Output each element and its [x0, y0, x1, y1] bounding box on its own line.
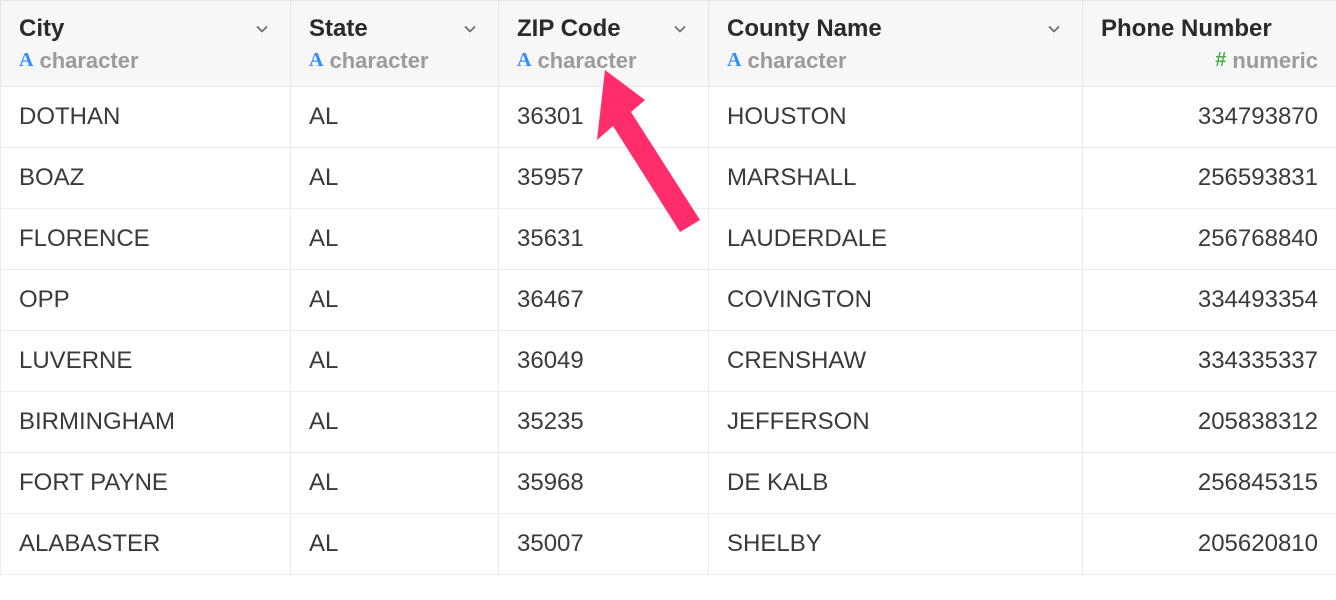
cell-zip[interactable]: 35957: [499, 147, 709, 208]
cell-city[interactable]: OPP: [1, 269, 291, 330]
table-row[interactable]: FLORENCE AL 35631 LAUDERDALE 256768840: [1, 208, 1336, 269]
cell-state[interactable]: AL: [291, 513, 499, 574]
cell-zip[interactable]: 35968: [499, 452, 709, 513]
cell-city[interactable]: FLORENCE: [1, 208, 291, 269]
cell-phone[interactable]: 256845315: [1083, 452, 1336, 513]
cell-phone[interactable]: 205620810: [1083, 513, 1336, 574]
cell-zip[interactable]: 35235: [499, 391, 709, 452]
cell-phone[interactable]: 205838312: [1083, 391, 1336, 452]
cell-state[interactable]: AL: [291, 269, 499, 330]
cell-zip[interactable]: 36301: [499, 86, 709, 147]
column-type-label: character: [329, 48, 428, 74]
table-header-row: City A character State A character: [1, 1, 1336, 87]
cell-state[interactable]: AL: [291, 452, 499, 513]
table-row[interactable]: DOTHAN AL 36301 HOUSTON 334793870: [1, 86, 1336, 147]
cell-city[interactable]: ALABASTER: [1, 513, 291, 574]
cell-county[interactable]: CRENSHAW: [709, 330, 1083, 391]
cell-city[interactable]: LUVERNE: [1, 330, 291, 391]
type-character-icon: A: [309, 49, 323, 72]
cell-zip[interactable]: 35631: [499, 208, 709, 269]
chevron-down-icon[interactable]: [252, 19, 272, 39]
data-table: City A character State A character: [0, 0, 1336, 575]
column-header-county-name[interactable]: County Name A character: [709, 1, 1083, 87]
cell-state[interactable]: AL: [291, 330, 499, 391]
column-name: State: [309, 15, 368, 44]
chevron-down-icon[interactable]: [460, 19, 480, 39]
type-character-icon: A: [19, 49, 33, 72]
column-name: County Name: [727, 15, 882, 44]
cell-city[interactable]: FORT PAYNE: [1, 452, 291, 513]
type-character-icon: A: [727, 49, 741, 72]
cell-city[interactable]: DOTHAN: [1, 86, 291, 147]
type-numeric-icon: #: [1215, 49, 1226, 72]
table-row[interactable]: LUVERNE AL 36049 CRENSHAW 334335337: [1, 330, 1336, 391]
table-row[interactable]: OPP AL 36467 COVINGTON 334493354: [1, 269, 1336, 330]
table-row[interactable]: BIRMINGHAM AL 35235 JEFFERSON 205838312: [1, 391, 1336, 452]
column-type-label: character: [537, 48, 636, 74]
cell-phone[interactable]: 334493354: [1083, 269, 1336, 330]
column-header-phone-number[interactable]: Phone Number # numeric: [1083, 1, 1336, 87]
cell-county[interactable]: JEFFERSON: [709, 391, 1083, 452]
cell-county[interactable]: MARSHALL: [709, 147, 1083, 208]
cell-phone[interactable]: 256768840: [1083, 208, 1336, 269]
cell-phone[interactable]: 334335337: [1083, 330, 1336, 391]
column-header-state[interactable]: State A character: [291, 1, 499, 87]
table-row[interactable]: ALABASTER AL 35007 SHELBY 205620810: [1, 513, 1336, 574]
cell-state[interactable]: AL: [291, 208, 499, 269]
cell-county[interactable]: DE KALB: [709, 452, 1083, 513]
cell-county[interactable]: LAUDERDALE: [709, 208, 1083, 269]
cell-county[interactable]: HOUSTON: [709, 86, 1083, 147]
cell-city[interactable]: BOAZ: [1, 147, 291, 208]
cell-phone[interactable]: 334793870: [1083, 86, 1336, 147]
column-type-label: character: [39, 48, 138, 74]
chevron-down-icon[interactable]: [1044, 19, 1064, 39]
chevron-down-icon[interactable]: [670, 19, 690, 39]
cell-zip[interactable]: 35007: [499, 513, 709, 574]
table-row[interactable]: BOAZ AL 35957 MARSHALL 256593831: [1, 147, 1336, 208]
cell-state[interactable]: AL: [291, 86, 499, 147]
cell-phone[interactable]: 256593831: [1083, 147, 1336, 208]
type-character-icon: A: [517, 49, 531, 72]
column-header-zip-code[interactable]: ZIP Code A character: [499, 1, 709, 87]
cell-state[interactable]: AL: [291, 391, 499, 452]
cell-zip[interactable]: 36467: [499, 269, 709, 330]
column-name: City: [19, 15, 64, 44]
cell-city[interactable]: BIRMINGHAM: [1, 391, 291, 452]
column-name: Phone Number: [1101, 15, 1272, 44]
cell-county[interactable]: SHELBY: [709, 513, 1083, 574]
column-header-city[interactable]: City A character: [1, 1, 291, 87]
table-row[interactable]: FORT PAYNE AL 35968 DE KALB 256845315: [1, 452, 1336, 513]
column-name: ZIP Code: [517, 15, 621, 44]
column-type-label: numeric: [1232, 48, 1318, 74]
column-type-label: character: [747, 48, 846, 74]
table-body: DOTHAN AL 36301 HOUSTON 334793870 BOAZ A…: [1, 86, 1336, 574]
cell-zip[interactable]: 36049: [499, 330, 709, 391]
cell-state[interactable]: AL: [291, 147, 499, 208]
cell-county[interactable]: COVINGTON: [709, 269, 1083, 330]
